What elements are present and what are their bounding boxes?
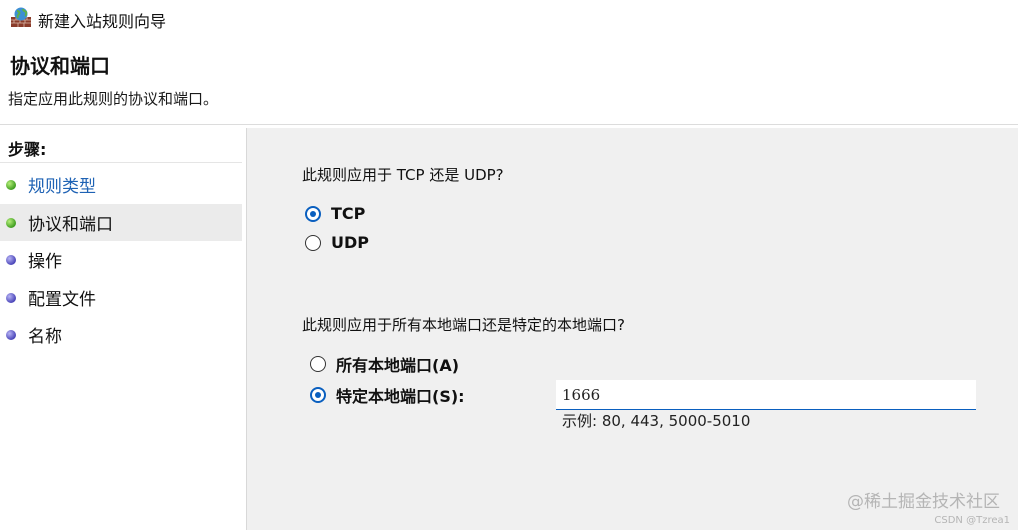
udp-label: UDP xyxy=(331,233,369,252)
window-title: 新建入站规则向导 xyxy=(38,12,167,31)
ports-example-hint: 示例: 80, 443, 5000-5010 xyxy=(562,412,751,430)
all-ports-radio-button[interactable] xyxy=(310,356,326,372)
main-content: 此规则应用于 TCP 还是 UDP? TCP UDP 此规则应用于所有本地端口还… xyxy=(247,128,1018,530)
step-label: 操作 xyxy=(28,252,62,272)
specific-ports-radio-option[interactable]: 特定本地端口(S): xyxy=(310,383,465,407)
step-action[interactable]: 操作 xyxy=(0,241,242,278)
step-name[interactable]: 名称 xyxy=(0,316,242,353)
blue-status-dot-icon xyxy=(6,292,16,303)
step-protocol-and-ports[interactable]: 协议和端口 xyxy=(0,204,242,241)
blue-status-dot-icon xyxy=(6,329,16,340)
udp-radio-button[interactable] xyxy=(305,234,321,251)
step-rule-type[interactable]: 规则类型 xyxy=(0,166,242,203)
firewall-globe-icon xyxy=(11,7,31,27)
protocol-question: 此规则应用于 TCP 还是 UDP? xyxy=(302,166,504,184)
title-bar: 新建入站规则向导 xyxy=(0,0,1018,38)
ports-question: 此规则应用于所有本地端口还是特定的本地端口? xyxy=(302,316,625,334)
green-status-dot-icon xyxy=(6,179,16,190)
step-label: 协议和端口 xyxy=(28,215,113,235)
all-ports-radio-option[interactable]: 所有本地端口(A) xyxy=(310,352,459,376)
watermark-juejin: @稀土掘金技术社区 xyxy=(847,492,1000,512)
page-description: 指定应用此规则的协议和端口。 xyxy=(8,90,219,108)
green-status-dot-icon xyxy=(6,217,16,228)
step-label: 名称 xyxy=(28,327,62,347)
steps-panel: 步骤: 规则类型 协议和端口 操作 配置文件 名称 xyxy=(0,128,247,530)
step-label: 配置文件 xyxy=(28,290,96,310)
tcp-radio-button[interactable] xyxy=(305,205,321,222)
specific-ports-label: 特定本地端口(S): xyxy=(336,387,465,406)
step-label: 规则类型 xyxy=(28,177,96,197)
page-title: 协议和端口 xyxy=(10,54,110,78)
specific-ports-radio-button[interactable] xyxy=(310,387,326,403)
page-header: 协议和端口 指定应用此规则的协议和端口。 xyxy=(0,38,1018,125)
step-profile[interactable]: 配置文件 xyxy=(0,279,242,316)
specific-ports-input[interactable] xyxy=(556,380,976,410)
steps-divider xyxy=(0,162,242,163)
steps-title: 步骤: xyxy=(8,140,47,159)
all-ports-label: 所有本地端口(A) xyxy=(336,356,460,375)
blue-status-dot-icon xyxy=(6,254,16,265)
tcp-label: TCP xyxy=(331,204,366,223)
watermark-csdn: CSDN @Tzrea1 xyxy=(934,515,1010,526)
tcp-radio-option[interactable]: TCP xyxy=(305,204,365,223)
udp-radio-option[interactable]: UDP xyxy=(305,233,369,252)
